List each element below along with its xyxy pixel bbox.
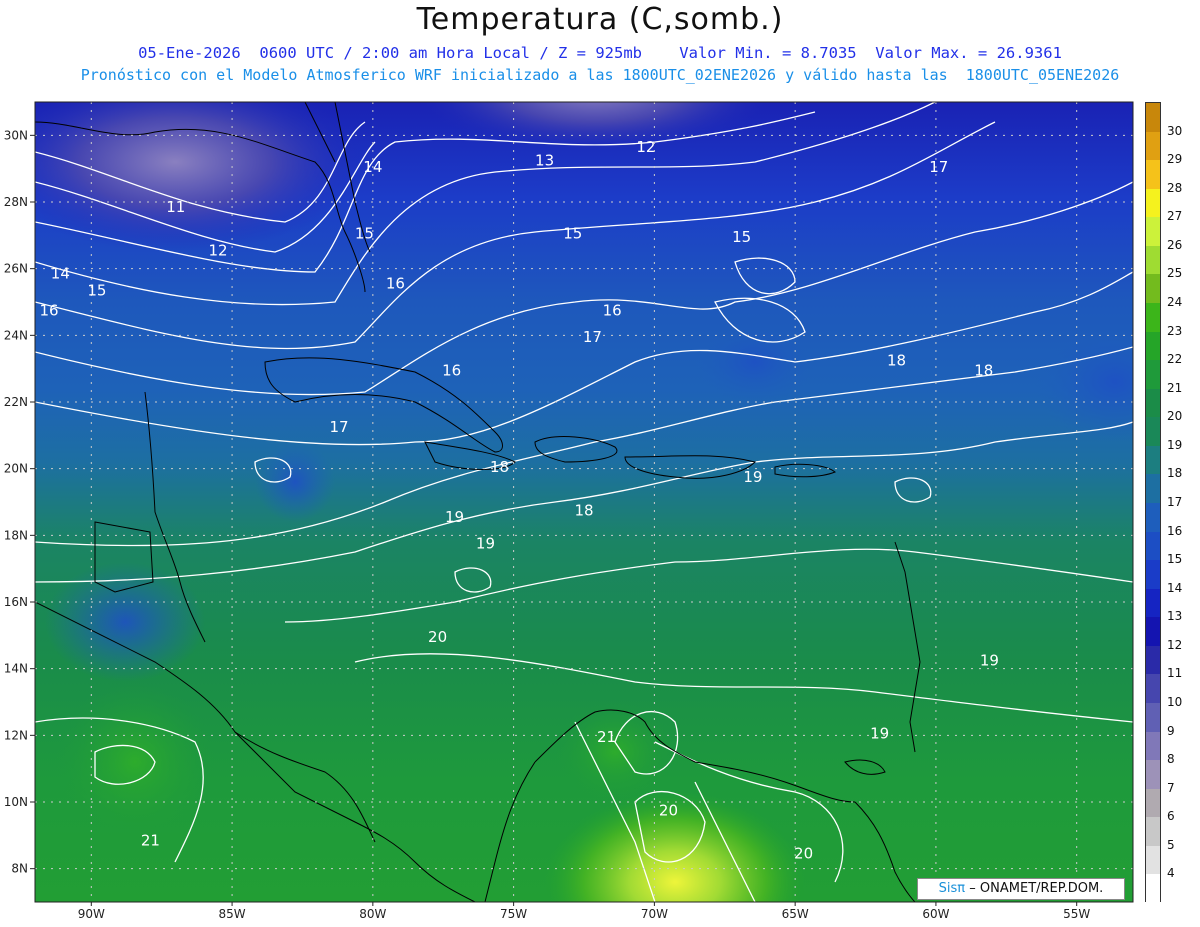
colorbar-label: 5 (1167, 837, 1175, 852)
lat-tick-label: 20N (4, 462, 28, 476)
colorbar-swatch (1146, 531, 1160, 561)
colorbar-label: 13 (1167, 609, 1183, 624)
colorbar-swatch (1146, 274, 1160, 304)
colorbar-swatch (1146, 331, 1160, 361)
colorbar-swatch (1146, 760, 1160, 790)
credit-brand: Sisπ (938, 881, 966, 896)
colorbar-label: 19 (1167, 437, 1183, 452)
credit-box: Sisπ – ONAMET/REP.DOM. (917, 878, 1125, 900)
lat-tick-label: 10N (4, 795, 28, 809)
lon-tick-label: 55W (1063, 907, 1090, 921)
colorbar (1145, 102, 1161, 904)
lat-tick-label: 16N (4, 595, 28, 609)
colorbar-swatch (1146, 160, 1160, 190)
colorbar-swatch (1146, 445, 1160, 475)
lat-tick-label: 26N (4, 262, 28, 276)
colorbar-swatch (1146, 188, 1160, 218)
lat-tick-label: 14N (4, 662, 28, 676)
colorbar-label: 23 (1167, 323, 1183, 338)
lon-tick-label: 60W (922, 907, 949, 921)
colorbar-swatch (1146, 503, 1160, 533)
colorbar-swatch (1146, 845, 1160, 875)
colorbar-swatch (1146, 674, 1160, 704)
colorbar-label: 18 (1167, 466, 1183, 481)
colorbar-label: 27 (1167, 209, 1183, 224)
lat-tick-label: 28N (4, 195, 28, 209)
lat-tick-label: 8N (11, 862, 28, 876)
colorbar-label: 29 (1167, 152, 1183, 167)
colorbar-label: 16 (1167, 523, 1183, 538)
map-frame (34, 101, 1134, 903)
colorbar-swatch (1146, 874, 1160, 904)
colorbar-label: 8 (1167, 752, 1175, 767)
colorbar-swatch (1146, 131, 1160, 161)
colorbar-swatch (1146, 103, 1160, 133)
colorbar-label: 9 (1167, 723, 1175, 738)
colorbar-label: 11 (1167, 666, 1183, 681)
colorbar-label: 30 (1167, 123, 1183, 138)
colorbar-label: 12 (1167, 637, 1183, 652)
colorbar-swatch (1146, 388, 1160, 418)
colorbar-swatch (1146, 303, 1160, 333)
colorbar-label: 26 (1167, 237, 1183, 252)
credit-text: – ONAMET/REP.DOM. (969, 881, 1104, 896)
lat-tick-label: 30N (4, 128, 28, 142)
lon-tick-label: 85W (219, 907, 246, 921)
colorbar-swatch (1146, 788, 1160, 818)
colorbar-swatch (1146, 588, 1160, 618)
lon-tick-label: 70W (641, 907, 668, 921)
colorbar-swatch (1146, 217, 1160, 247)
colorbar-label: 14 (1167, 580, 1183, 595)
lon-tick-label: 65W (782, 907, 809, 921)
colorbar-label: 22 (1167, 352, 1183, 367)
colorbar-swatch (1146, 474, 1160, 504)
colorbar-label: 4 (1167, 866, 1175, 881)
lat-tick-label: 12N (4, 728, 28, 742)
colorbar-swatch (1146, 731, 1160, 761)
colorbar-swatch (1146, 817, 1160, 847)
lat-tick-label: 24N (4, 328, 28, 342)
colorbar-label: 15 (1167, 552, 1183, 567)
axis-labels: 30N 28N 26N 24N 22N 20N 18N 16N 14N 12N 10N 8N 90W 85… (4, 101, 1134, 921)
lat-tick-label: 22N (4, 395, 28, 409)
lat-tick-label: 18N (4, 528, 28, 542)
colorbar-swatch (1146, 245, 1160, 275)
lon-tick-label: 90W (78, 907, 105, 921)
colorbar-label: 28 (1167, 180, 1183, 195)
colorbar-swatch (1146, 703, 1160, 733)
colorbar-label: 17 (1167, 495, 1183, 509)
colorbar-swatch (1146, 417, 1160, 447)
colorbar-swatch (1146, 617, 1160, 647)
colorbar-swatch (1146, 360, 1160, 390)
colorbar-label: 7 (1167, 780, 1175, 795)
lon-tick-label: 80W (359, 907, 386, 921)
colorbar-label: 6 (1167, 809, 1175, 824)
colorbar-label: 10 (1167, 695, 1183, 709)
colorbar-label: 25 (1167, 266, 1183, 281)
colorbar-label: 21 (1167, 380, 1183, 395)
lon-tick-label: 75W (500, 907, 527, 921)
colorbar-label: 24 (1167, 295, 1183, 309)
colorbar-label: 20 (1167, 409, 1183, 424)
colorbar-swatch (1146, 560, 1160, 590)
colorbar-swatch (1146, 645, 1160, 675)
